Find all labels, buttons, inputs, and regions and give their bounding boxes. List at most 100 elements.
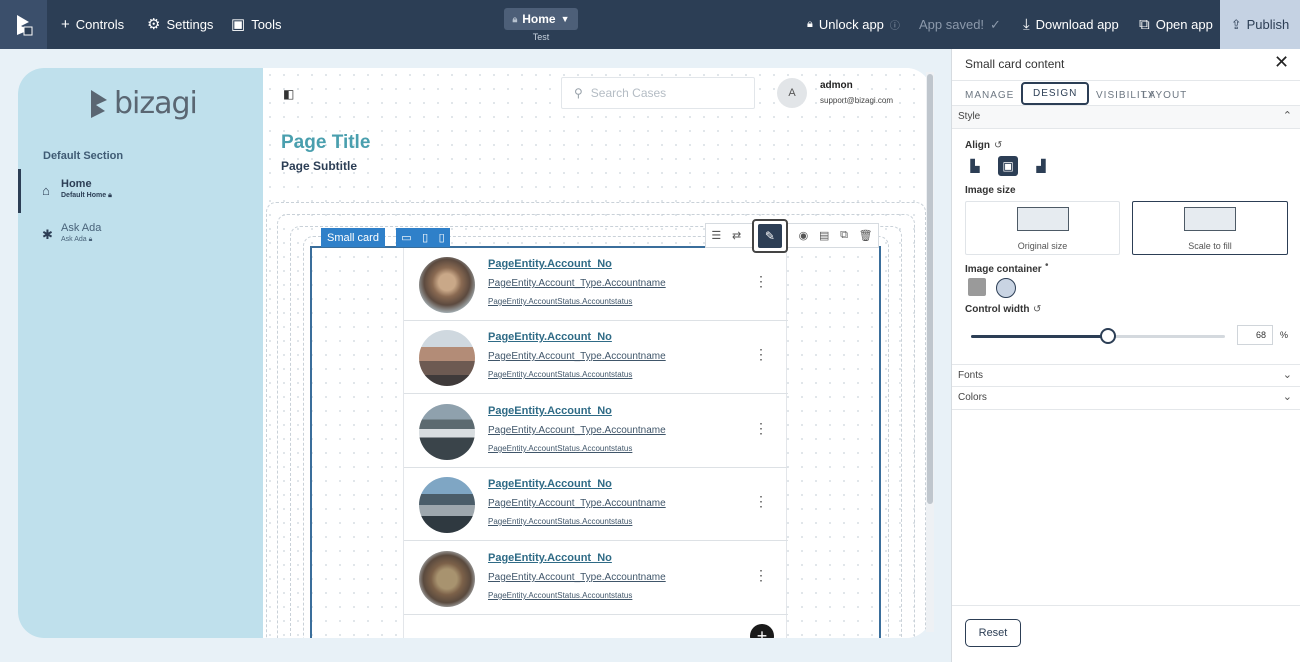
user-name: admon <box>820 80 853 91</box>
list-item[interactable]: PageEntity.Account_No PageEntity.Account… <box>404 468 788 541</box>
info-icon: ⓘ <box>889 21 900 32</box>
control-width-label: Control width <box>965 304 1030 315</box>
image-container-label: Image container <box>965 264 1042 275</box>
reset-icon[interactable]: ↺ <box>1033 304 1041 315</box>
swap-icon[interactable]: ⇄ <box>732 229 741 242</box>
download-icon: ⤓ <box>1023 16 1030 33</box>
search-input[interactable]: ⚲ Search Cases <box>561 77 755 109</box>
style-section-header[interactable]: Style ⌃ <box>952 106 1300 129</box>
tools-button[interactable]: ▣ Tools <box>231 0 282 49</box>
slider-fill <box>971 335 1108 338</box>
app-preview: bizagi Default Section ⌂ Home Default Ho… <box>18 68 932 638</box>
control-width-input[interactable]: 68 <box>1237 325 1273 345</box>
card-image <box>419 404 475 460</box>
sidebar-section-title: Default Section <box>43 150 124 162</box>
app-sidebar: bizagi Default Section ⌂ Home Default Ho… <box>18 68 263 638</box>
scrollbar-thumb[interactable] <box>927 74 933 504</box>
small-card-list: PageEntity.Account_No PageEntity.Account… <box>403 248 788 638</box>
controls-button[interactable]: + Controls <box>61 0 124 49</box>
bizagi-logo-button[interactable] <box>0 0 47 49</box>
more-vertical-icon[interactable]: ⋮ <box>754 346 768 363</box>
small-card-label[interactable]: Small card <box>321 228 385 247</box>
scale-to-fill-option[interactable]: Scale to fill <box>1132 201 1288 255</box>
fonts-section-header[interactable]: Fonts ⌄ <box>952 364 1300 387</box>
bizagi-logo-icon <box>16 14 32 35</box>
list-item[interactable]: PageEntity.Account_No PageEntity.Account… <box>404 248 788 321</box>
pencil-icon: ✎ <box>757 223 782 248</box>
colors-section-header[interactable]: Colors ⌄ <box>952 387 1300 410</box>
publish-button[interactable]: ⇪ Publish <box>1220 0 1300 49</box>
card-image <box>419 477 475 533</box>
more-vertical-icon[interactable]: ⋮ <box>754 420 768 437</box>
avatar[interactable]: A <box>777 78 807 108</box>
tab-design[interactable]: DESIGN <box>1021 82 1090 105</box>
layout-icon[interactable]: ▤ <box>819 229 829 242</box>
list-item[interactable]: PageEntity.Account_No PageEntity.Account… <box>404 542 788 615</box>
reset-button[interactable]: Reset <box>965 619 1021 647</box>
chevron-down-icon: ⌄ <box>1282 391 1292 403</box>
required-dot-icon: • <box>1045 260 1049 271</box>
align-center-button[interactable]: ▣ <box>998 156 1018 176</box>
chevron-down-icon: ▼ <box>560 14 570 24</box>
page-subtitle: Page Subtitle <box>281 159 358 173</box>
scale-to-fill-preview <box>1184 207 1236 231</box>
container-circle-option[interactable] <box>996 278 1016 298</box>
page-selector[interactable]: 🔒︎ Home ▼ <box>504 8 578 30</box>
design-canvas: bizagi Default Section ⌂ Home Default Ho… <box>0 49 951 662</box>
eye-icon[interactable]: ◉ <box>799 229 809 242</box>
reset-icon[interactable]: ↺ <box>994 140 1002 151</box>
percent-unit: % <box>1280 330 1289 340</box>
original-size-option[interactable]: Original size <box>965 201 1120 255</box>
align-left-button[interactable]: ▙ <box>965 156 985 176</box>
open-app-button[interactable]: ⧉ Open app <box>1139 0 1213 49</box>
card-image <box>419 551 475 607</box>
settings-button[interactable]: ⚙ Settings <box>147 0 213 49</box>
trash-icon[interactable]: 🗑︎ <box>859 229 873 242</box>
external-link-icon: ⧉ <box>1139 16 1150 33</box>
slider-knob[interactable] <box>1100 328 1116 344</box>
tab-manage[interactable]: MANAGE <box>965 85 1014 105</box>
ada-sparkle-icon: ✱ <box>42 227 53 242</box>
close-icon[interactable]: ✕ <box>1274 52 1289 73</box>
lock-icon: 🔒︎ <box>807 18 813 30</box>
sidebar-item-home[interactable]: ⌂ Home Default Home 🔒︎ <box>18 169 263 213</box>
more-vertical-icon[interactable]: ⋮ <box>754 273 768 290</box>
tablet-icon[interactable]: ▯ <box>422 231 428 244</box>
app-saved-status: App saved! ✓ <box>919 16 1001 33</box>
download-app-button[interactable]: ⤓ Download app <box>1023 0 1119 49</box>
mobile-icon[interactable]: ▯ <box>439 231 445 244</box>
container-square-option[interactable] <box>968 278 986 296</box>
bizagi-brand: bizagi <box>90 86 198 121</box>
duplicate-icon[interactable]: ⧉ <box>840 229 848 242</box>
more-vertical-icon[interactable]: ⋮ <box>754 493 768 510</box>
lock-icon: 🔒︎ <box>512 13 518 24</box>
list-item[interactable]: PageEntity.Account_No PageEntity.Account… <box>404 395 788 468</box>
unlock-app-button[interactable]: 🔒︎ Unlock app ⓘ <box>807 0 900 49</box>
publish-icon: ⇪ <box>1230 16 1242 32</box>
control-toolbar: ☰ ⇄ ✎ ◉ ▤ ⧉ 🗑︎ <box>705 218 879 253</box>
page-selector-subtitle: Test <box>532 32 550 42</box>
properties-icon[interactable]: ☰ <box>711 229 721 242</box>
canvas-scrollbar[interactable] <box>926 72 934 632</box>
collapse-sidebar-icon[interactable]: ◧ <box>283 87 294 101</box>
chevron-up-icon: ⌃ <box>1282 110 1292 122</box>
align-label: Align <box>965 140 990 151</box>
more-vertical-icon[interactable]: ⋮ <box>754 567 768 584</box>
panel-footer: Reset <box>952 605 1300 662</box>
edit-button[interactable]: ✎ <box>751 218 788 253</box>
tab-layout[interactable]: LAYOUT <box>1142 85 1187 105</box>
panel-tabs: MANAGE DESIGN VISIBILITY LAYOUT <box>952 80 1300 106</box>
card-image <box>419 330 475 386</box>
control-width-slider[interactable] <box>971 335 1225 338</box>
sidebar-item-ask-ada[interactable]: ✱ Ask Ada Ask Ada 🔒︎ <box>18 213 263 257</box>
align-right-button[interactable]: ▟ <box>1031 156 1051 176</box>
plus-icon: + <box>61 16 70 33</box>
check-icon: ✓ <box>990 16 1001 32</box>
list-item[interactable]: PageEntity.Account_No PageEntity.Account… <box>404 321 788 394</box>
top-bar: + Controls ⚙ Settings ▣ Tools 🔒︎ Home ▼ … <box>0 0 1300 49</box>
card-image <box>419 257 475 313</box>
add-button[interactable]: + <box>750 624 774 638</box>
toolbox-icon: ▣ <box>231 16 246 33</box>
search-icon: ⚲ <box>574 86 583 100</box>
desktop-icon[interactable]: ▭ <box>401 231 411 244</box>
